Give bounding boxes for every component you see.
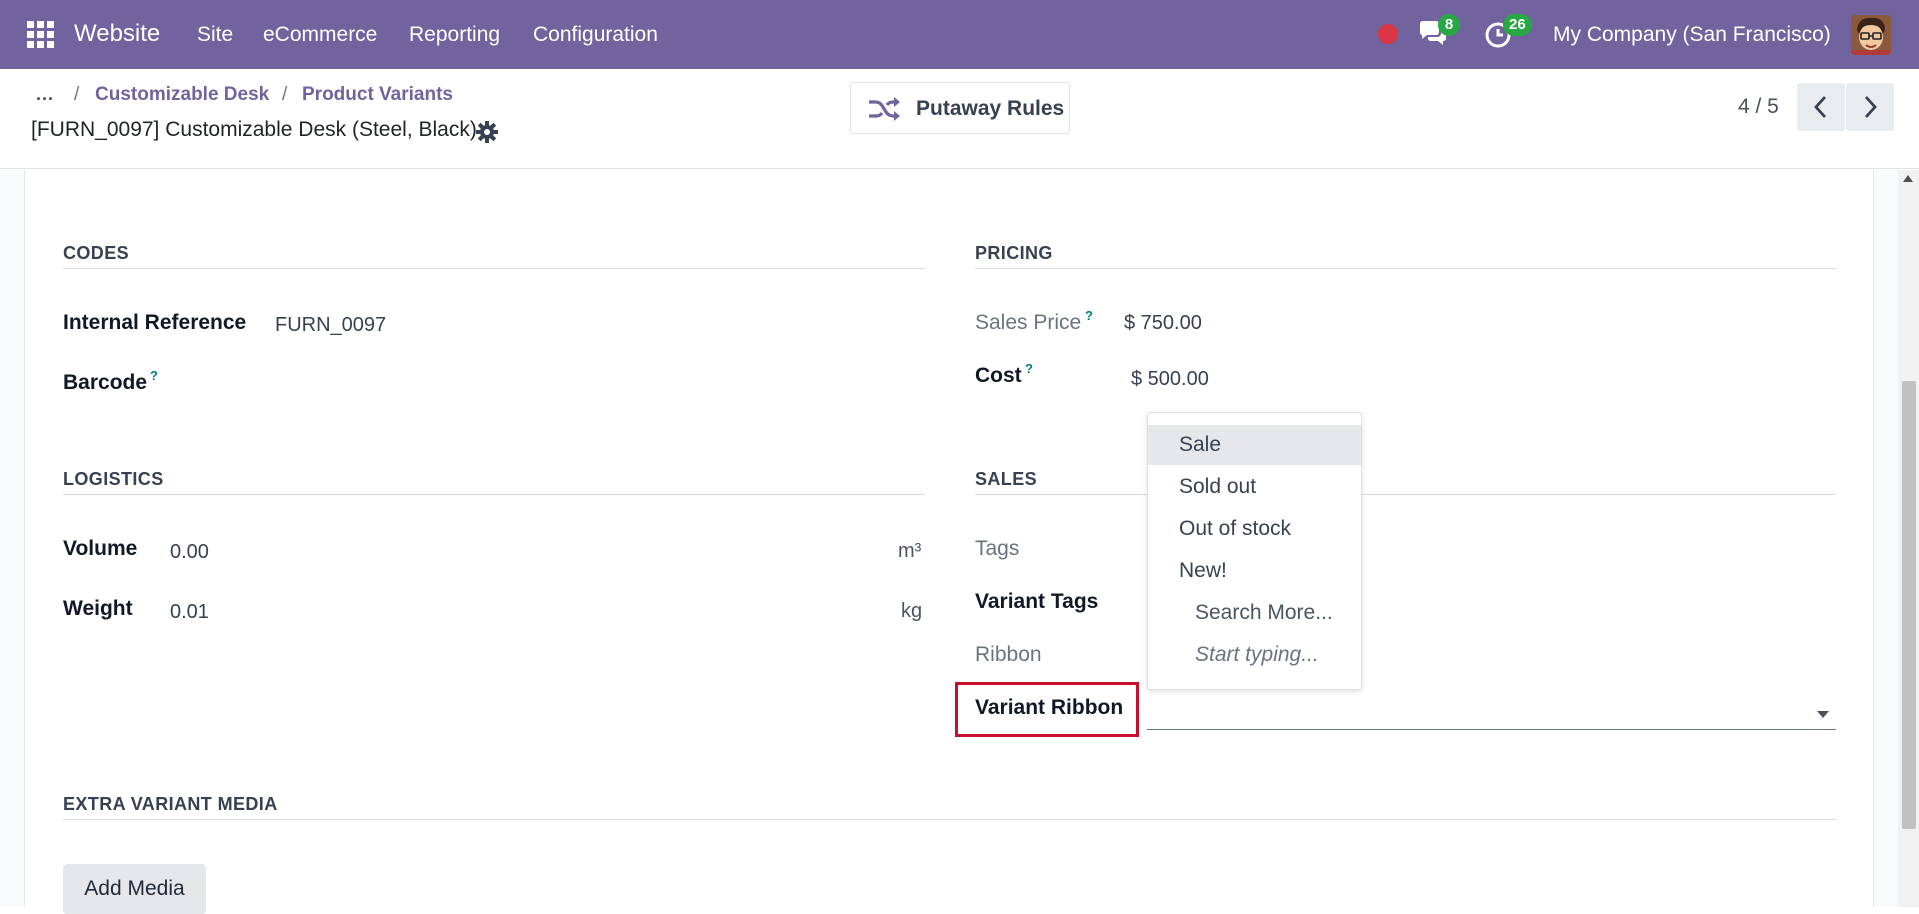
dropdown-start-typing: Start typing... (1195, 643, 1319, 666)
section-title-logistics: LOGISTICS (63, 469, 164, 489)
gear-icon[interactable] (476, 121, 498, 143)
tags-label: Tags (975, 537, 1020, 560)
record-dot-icon[interactable] (1378, 24, 1398, 44)
ribbon-label: Ribbon (975, 643, 1042, 666)
section-title-pricing: PRICING (975, 243, 1053, 263)
menu-configuration[interactable]: Configuration (533, 21, 658, 49)
top-navbar: Website Site eCommerce Reporting Configu… (0, 0, 1919, 69)
dropdown-option-new[interactable]: New! (1148, 551, 1361, 591)
section-title-sales: SALES (975, 469, 1038, 489)
section-divider (63, 819, 1836, 820)
putaway-rules-button[interactable]: Putaway Rules (850, 82, 1070, 134)
breadcrumb-separator: / (74, 84, 80, 105)
section-title-extra-variant-media: EXTRA VARIANT MEDIA (63, 794, 278, 814)
barcode-label: Barcode (63, 371, 148, 394)
scrollbar-thumb[interactable] (1902, 381, 1916, 829)
cost-input[interactable]: $ 500.00 (1131, 368, 1209, 391)
breadcrumb-separator: / (282, 84, 288, 105)
dropdown-search-more[interactable]: Search More... (1148, 593, 1361, 633)
weight-unit: kg (901, 600, 923, 622)
messages-badge: 8 (1438, 14, 1460, 36)
shuffle-icon (867, 95, 901, 123)
cost-help-icon[interactable]: ? (1025, 361, 1033, 376)
internal-reference-label: Internal Reference (63, 311, 247, 334)
breadcrumb-more[interactable]: ... (36, 84, 54, 105)
volume-unit: m³ (898, 540, 922, 562)
apps-grid-icon[interactable] (27, 21, 54, 48)
breadcrumb-product-variants[interactable]: Product Variants (302, 84, 453, 106)
sales-price-label: Sales Price (975, 311, 1082, 334)
scroll-up-arrow-icon[interactable] (1903, 175, 1913, 182)
volume-input[interactable]: 0.00 (170, 541, 209, 564)
weight-label: Weight (63, 597, 133, 620)
pager-previous-button[interactable] (1797, 83, 1845, 131)
barcode-help-icon[interactable]: ? (150, 368, 158, 383)
pager-next-button[interactable] (1846, 83, 1894, 131)
form-sheet (24, 170, 1874, 907)
menu-reporting[interactable]: Reporting (409, 21, 500, 49)
avatar[interactable] (1851, 15, 1891, 55)
dropdown-option-sale[interactable]: Sale (1148, 425, 1361, 465)
breadcrumb-customizable-desk[interactable]: Customizable Desk (95, 84, 269, 106)
pager-value[interactable]: 4 / 5 (1738, 95, 1779, 119)
dropdown-option-sold-out[interactable]: Sold out (1148, 467, 1361, 507)
sales-price-help-icon[interactable]: ? (1085, 308, 1093, 323)
app-brand[interactable]: Website (74, 18, 160, 50)
variant-ribbon-highlight (955, 682, 1139, 737)
activities-badge: 26 (1503, 14, 1532, 36)
variant-tags-label: Variant Tags (975, 590, 1099, 613)
section-title-codes: CODES (63, 243, 130, 263)
menu-site[interactable]: Site (197, 21, 233, 49)
company-switcher[interactable]: My Company (San Francisco) (1553, 21, 1831, 49)
putaway-rules-label: Putaway Rules (916, 97, 1065, 120)
section-divider (975, 268, 1836, 269)
menu-ecommerce[interactable]: eCommerce (263, 21, 377, 49)
page-title: [FURN_0097] Customizable Desk (Steel, Bl… (31, 118, 477, 141)
section-divider (63, 494, 925, 495)
variant-ribbon-input[interactable] (1147, 729, 1836, 730)
section-divider (975, 494, 1836, 495)
chevron-down-icon[interactable] (1817, 711, 1829, 718)
internal-reference-input[interactable]: FURN_0097 (275, 314, 386, 337)
volume-label: Volume (63, 537, 138, 560)
sales-price-value: $ 750.00 (1124, 312, 1202, 334)
variant-ribbon-dropdown: Sale Sold out Out of stock New! Search M… (1147, 412, 1362, 690)
cost-label: Cost (975, 364, 1022, 387)
weight-input[interactable]: 0.01 (170, 601, 209, 624)
chevron-right-icon (1864, 96, 1877, 118)
chevron-left-icon (1814, 96, 1827, 118)
dropdown-option-out-of-stock[interactable]: Out of stock (1148, 509, 1361, 549)
section-divider (63, 268, 925, 269)
